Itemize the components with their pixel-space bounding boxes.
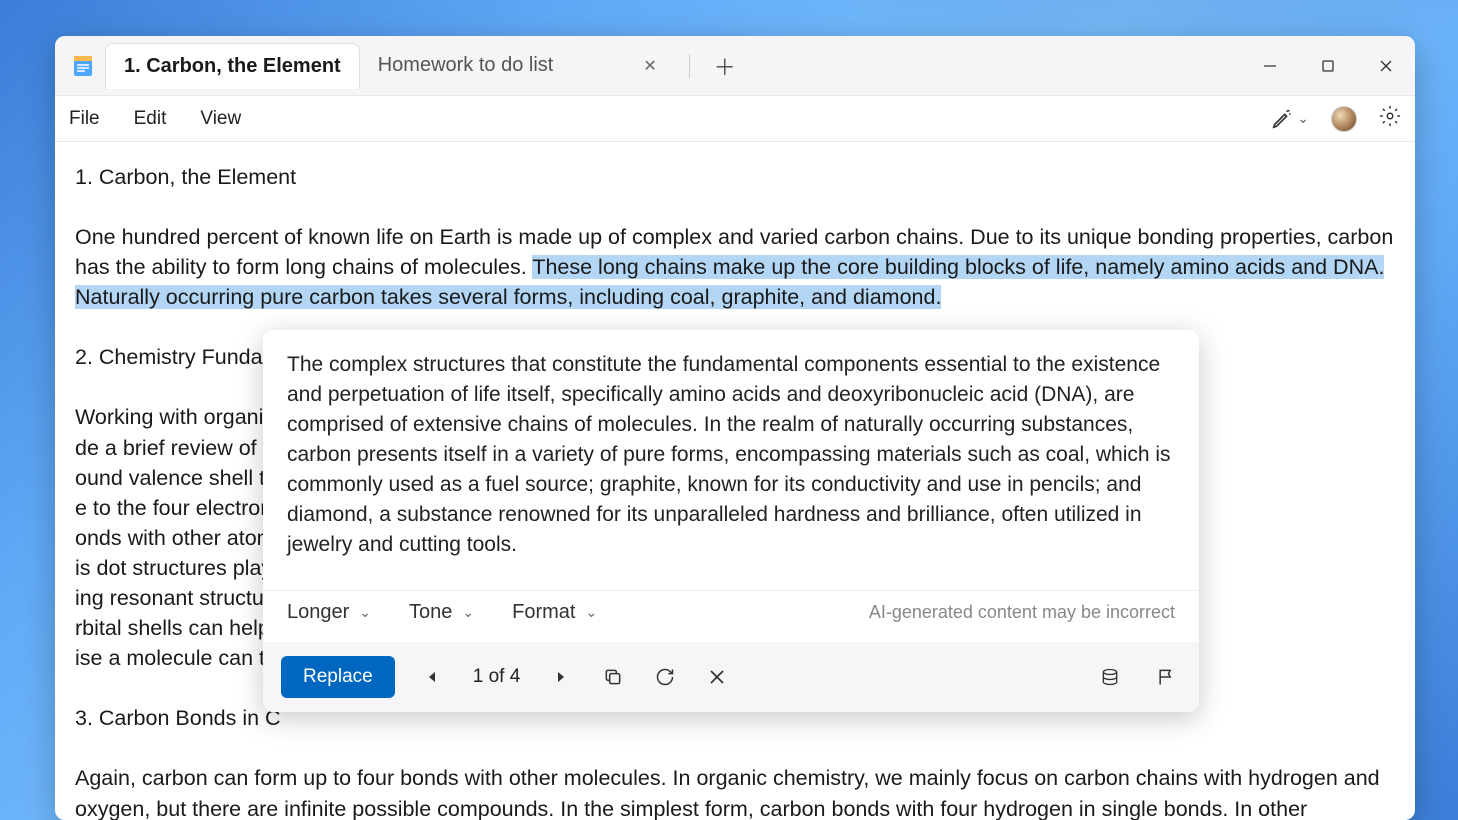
tab-inactive-label: Homework to do list (378, 54, 554, 77)
titlebar: 1. Carbon, the Element Homework to do li… (55, 36, 1415, 96)
regenerate-button[interactable] (650, 662, 680, 692)
heading-1: 1. Carbon, the Element (75, 162, 1395, 192)
ai-rewrite-popup: The complex structures that constitute t… (263, 330, 1199, 712)
ai-disclaimer: AI-generated content may be incorrect (869, 602, 1175, 623)
database-icon[interactable] (1095, 662, 1125, 692)
new-tab-button[interactable]: ＋ (704, 44, 746, 88)
notepad-app-icon (69, 52, 97, 80)
ai-options-row: Longer ⌄ Tone ⌄ Format ⌄ AI-generated co… (263, 590, 1199, 642)
flag-icon[interactable] (1151, 662, 1181, 692)
window-controls (1241, 36, 1415, 96)
suggestion-counter: 1 of 4 (473, 666, 521, 688)
menubar: File Edit View ⌄ (55, 96, 1415, 142)
dismiss-button[interactable] (702, 662, 732, 692)
option-length[interactable]: Longer ⌄ (287, 601, 371, 624)
chevron-down-icon: ⌄ (462, 604, 474, 621)
user-avatar[interactable] (1331, 106, 1357, 132)
paragraph-1: One hundred percent of known life on Ear… (75, 222, 1395, 312)
chevron-down-icon: ⌄ (1297, 110, 1309, 127)
menu-edit[interactable]: Edit (134, 108, 167, 130)
ai-suggestion-text: The complex structures that constitute t… (263, 330, 1199, 572)
option-format[interactable]: Format ⌄ (512, 601, 597, 624)
prev-suggestion-button[interactable] (417, 662, 447, 692)
option-tone[interactable]: Tone ⌄ (409, 601, 474, 624)
copy-button[interactable] (598, 662, 628, 692)
maximize-button[interactable] (1299, 36, 1357, 96)
paragraph-3: Again, carbon can form up to four bonds … (75, 763, 1395, 820)
tab-divider (689, 54, 690, 78)
settings-button[interactable] (1379, 105, 1401, 132)
replace-button[interactable]: Replace (281, 656, 395, 698)
tab-active[interactable]: 1. Carbon, the Element (105, 43, 360, 89)
chevron-down-icon: ⌄ (359, 604, 371, 621)
chevron-down-icon: ⌄ (585, 604, 597, 621)
tab-active-label: 1. Carbon, the Element (124, 55, 341, 78)
close-tab-icon[interactable]: ✕ (643, 56, 656, 76)
menu-view[interactable]: View (200, 108, 241, 130)
menu-file[interactable]: File (69, 108, 100, 130)
close-window-button[interactable] (1357, 36, 1415, 96)
tab-inactive[interactable]: Homework to do list ✕ (360, 43, 675, 89)
minimize-button[interactable] (1241, 36, 1299, 96)
ai-footer: Replace 1 of 4 (263, 642, 1199, 712)
ai-rewrite-button[interactable]: ⌄ (1271, 108, 1309, 130)
next-suggestion-button[interactable] (546, 662, 576, 692)
